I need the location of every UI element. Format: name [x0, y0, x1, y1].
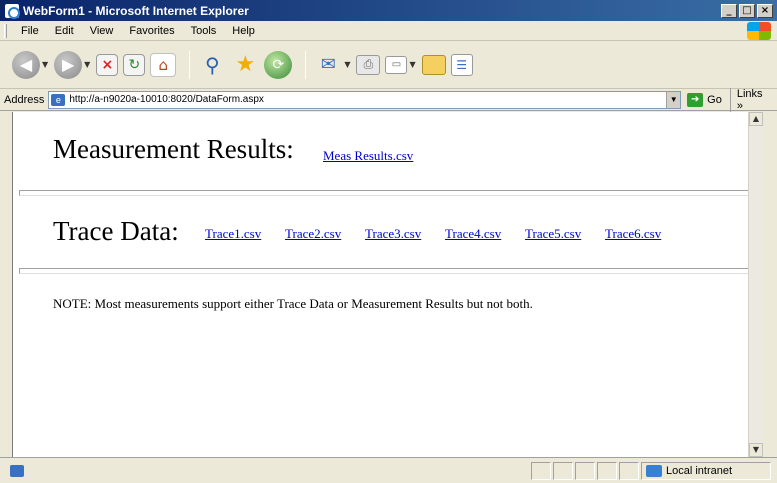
close-button[interactable]: ×: [757, 3, 773, 18]
vertical-scrollbar[interactable]: ▲ ▼: [748, 112, 763, 457]
windows-logo-icon: [747, 22, 771, 40]
local-intranet-icon: [646, 464, 662, 477]
favorites-star-icon[interactable]: ★: [231, 51, 259, 79]
search-icon[interactable]: ⚲: [198, 51, 226, 79]
address-url[interactable]: http://a-n9020a-10010:8020/DataForm.aspx: [69, 94, 666, 105]
page-status-icon: [10, 464, 24, 477]
trace3-link[interactable]: Trace3.csv: [365, 226, 421, 242]
maximize-button[interactable]: □: [739, 3, 755, 18]
menu-view[interactable]: View: [82, 25, 122, 37]
status-panel: [619, 461, 639, 480]
horizontal-rule: [19, 190, 760, 196]
trace-data-heading: Trace Data:: [53, 216, 179, 246]
trace1-link[interactable]: Trace1.csv: [205, 226, 261, 242]
measurement-results-heading: Measurement Results:: [53, 134, 294, 164]
address-label: Address: [4, 93, 45, 106]
status-panel: [575, 461, 595, 480]
status-panel: [531, 461, 551, 480]
menu-help[interactable]: Help: [224, 25, 263, 37]
status-panels: Local intranet: [531, 461, 777, 481]
trace5-link[interactable]: Trace5.csv: [525, 226, 581, 242]
stop-icon[interactable]: ×: [96, 53, 119, 76]
window-title: WebForm1 - Microsoft Internet Explorer: [23, 3, 249, 18]
edit-icon[interactable]: ▭: [385, 55, 408, 74]
scroll-down-icon[interactable]: ▼: [749, 443, 763, 457]
internet-explorer-icon: [5, 3, 20, 19]
forward-dropdown-icon[interactable]: ▼: [84, 60, 90, 69]
status-panel: [553, 461, 573, 480]
print-icon[interactable]: ⎙: [356, 54, 381, 75]
zone-label: Local intranet: [666, 464, 733, 477]
trace2-link[interactable]: Trace2.csv: [285, 226, 341, 242]
toolbar-divider: [305, 50, 307, 79]
status-panel: [597, 461, 617, 480]
security-zone[interactable]: Local intranet: [641, 461, 771, 480]
menu-edit[interactable]: Edit: [47, 25, 82, 37]
toolbar-grip[interactable]: [4, 23, 7, 38]
refresh-icon[interactable]: ↻: [123, 53, 146, 76]
address-input[interactable]: e http://a-n9020a-10010:8020/DataForm.as…: [48, 90, 682, 109]
standard-toolbar: ◀ ▼ ▶ ▼ × ↻ ⌂ ⚲ ★ ⟳ ✉ ▼ ⎙ ▭ ▼ ☰: [0, 41, 777, 89]
folder-icon[interactable]: [421, 54, 446, 75]
menu-tools[interactable]: Tools: [183, 25, 225, 37]
menu-bar: File Edit View Favorites Tools Help: [0, 21, 777, 41]
links-button[interactable]: Links »: [729, 87, 777, 112]
menu-file[interactable]: File: [13, 25, 47, 37]
trace6-link[interactable]: Trace6.csv: [605, 226, 661, 242]
title-bar[interactable]: WebForm1 - Microsoft Internet Explorer _…: [0, 0, 777, 21]
forward-icon[interactable]: ▶: [54, 50, 83, 79]
mail-icon[interactable]: ✉: [314, 51, 342, 79]
toolbar-divider: [189, 50, 191, 79]
horizontal-rule: [19, 268, 760, 274]
page-content: Measurement Results: Meas Results.csv Tr…: [12, 112, 763, 457]
meas-results-link[interactable]: Meas Results.csv: [323, 148, 413, 164]
mail-dropdown-icon[interactable]: ▼: [344, 60, 350, 69]
note-text: NOTE: Most measurements support either T…: [53, 296, 533, 311]
browser-window: WebForm1 - Microsoft Internet Explorer _…: [0, 0, 777, 483]
back-icon[interactable]: ◀: [12, 50, 40, 79]
edit-dropdown-icon[interactable]: ▼: [409, 60, 415, 69]
page-icon: e: [51, 93, 66, 106]
address-dropdown-icon[interactable]: ▼: [666, 91, 681, 108]
menu-favorites[interactable]: Favorites: [121, 25, 182, 37]
status-bar: Local intranet: [0, 457, 777, 483]
go-button[interactable]: ➔ Go: [687, 92, 722, 107]
home-icon[interactable]: ⌂: [150, 52, 177, 77]
address-bar: Address e http://a-n9020a-10010:8020/Dat…: [0, 87, 777, 112]
back-dropdown-icon[interactable]: ▼: [42, 60, 48, 69]
trace4-link[interactable]: Trace4.csv: [445, 226, 501, 242]
scroll-up-icon[interactable]: ▲: [749, 112, 763, 126]
go-label: Go: [707, 93, 722, 106]
messenger-icon[interactable]: ☰: [450, 53, 473, 76]
go-arrow-icon: ➔: [687, 92, 704, 107]
minimize-button[interactable]: _: [721, 3, 737, 18]
history-icon[interactable]: ⟳: [264, 50, 293, 79]
